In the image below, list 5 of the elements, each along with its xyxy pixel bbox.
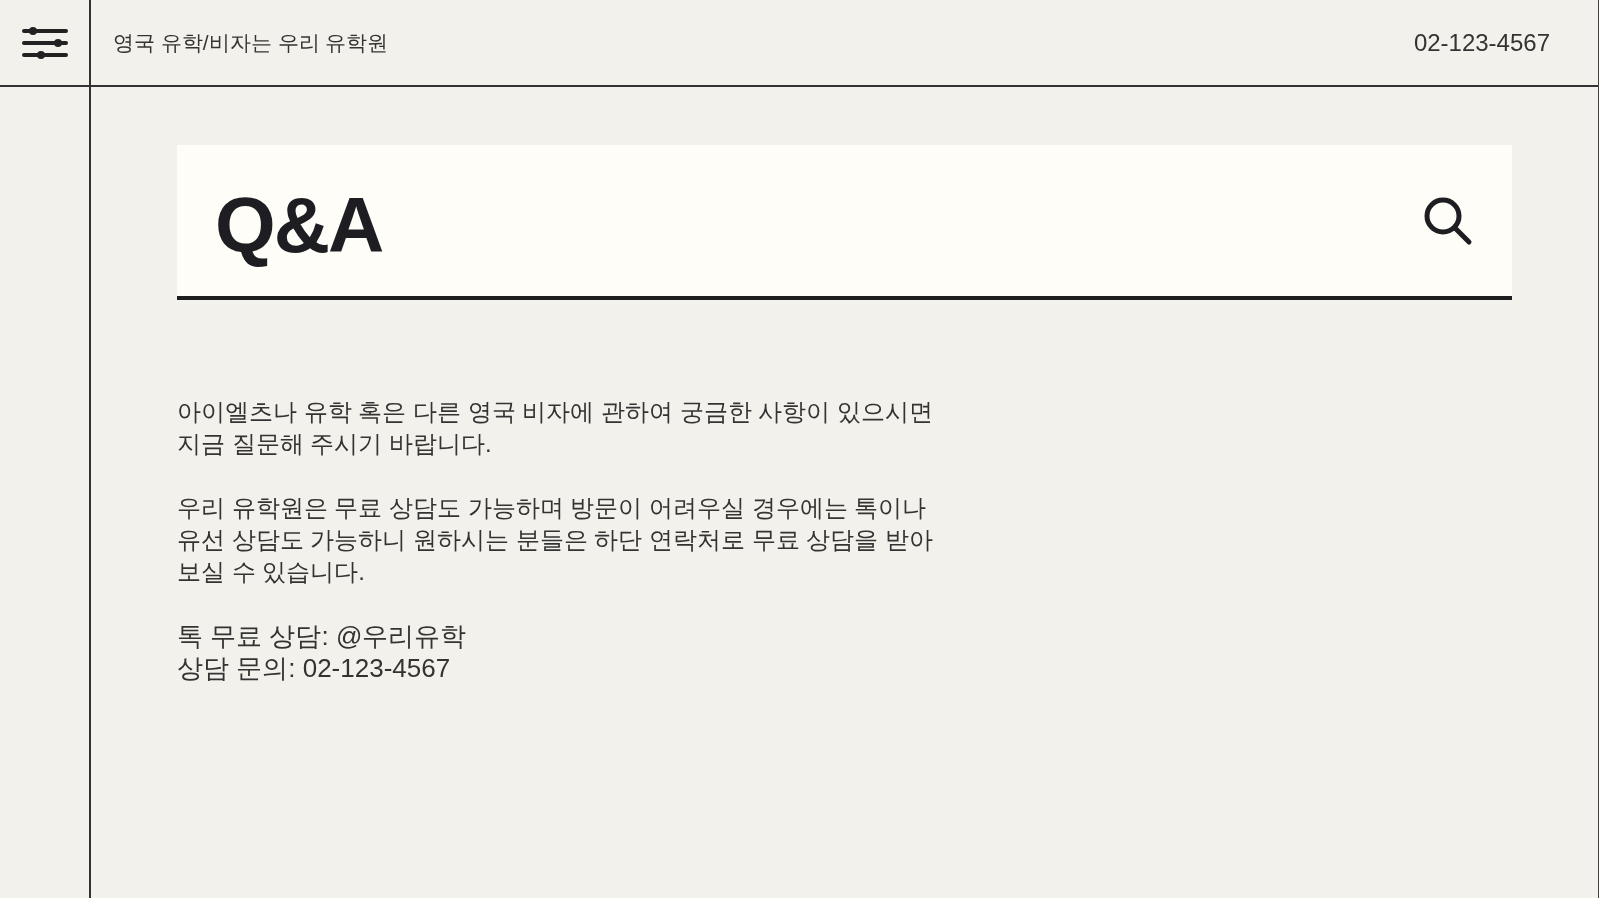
paragraph: 우리 유학원은 무료 상담도 가능하며 방문이 어려우실 경우에는 톡이나 유선 상담도 가능하니 원하시는 분들은 하단 연락처로 무료 상담을 받아 보실 수 있습니다.	[177, 493, 934, 587]
paragraph: 아이엘츠나 유학 혹은 다른 영국 비자에 관하여 궁금한 사항이 있으시면 지금 질문해 주시기 바랍니다.	[177, 397, 934, 459]
site-title[interactable]: 영국 유학/비자는 우리 유학원	[113, 26, 389, 59]
phone-number: 02-123-4567	[1413, 27, 1550, 58]
paragraph: 톡 무료 상담: @우리유학 상담 문의: 02-123-4567	[177, 620, 468, 684]
